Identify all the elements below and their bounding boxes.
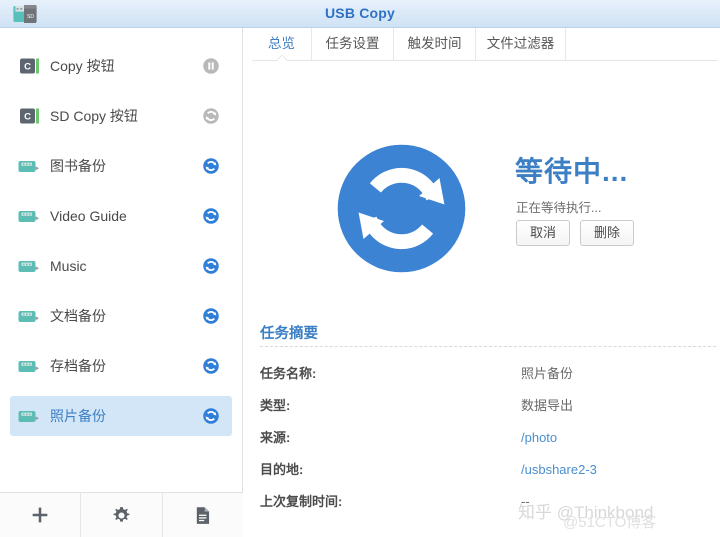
task-label: Copy 按钮 [50, 58, 115, 74]
status-action-buttons: 取消 删除 [516, 220, 634, 246]
usb-device-icon [18, 161, 39, 172]
sync-icon[interactable] [202, 157, 220, 175]
copy-button-icon: C [20, 108, 39, 124]
task-label: 照片备份 [50, 408, 106, 424]
summary-row: 类型: 数据导出 [260, 390, 716, 422]
sync-icon[interactable] [202, 207, 220, 225]
copy-button-icon: C [20, 58, 39, 74]
usb-device-icon [18, 211, 39, 222]
usb-device-icon [18, 311, 39, 322]
watermark-secondary: @51CTO博客 [563, 514, 657, 531]
summary-row: 目的地: /usbshare2-3 [260, 454, 716, 486]
active-tab-caret [277, 55, 288, 61]
settings-button[interactable] [81, 493, 163, 537]
sync-icon[interactable] [202, 307, 220, 325]
gear-icon [113, 506, 130, 522]
usb-device-icon [18, 411, 39, 422]
task-row[interactable]: 照片备份 [10, 396, 232, 436]
summary-value: 照片备份 [521, 366, 574, 381]
task-label: SD Copy 按钮 [50, 108, 138, 124]
summary-table: 任务名称: 照片备份类型: 数据导出来源: /photo 目的地: /usbshare2-… [260, 358, 716, 518]
sidebar-toolbar [0, 492, 243, 537]
main-panel: 总览 任务设置 触发时间 文件过滤器 等待中... 正在等待执行... 取消 删除 任务… [244, 28, 720, 537]
summary-value: 数据导出 [521, 398, 574, 413]
status-subtitle: 正在等待执行... [516, 201, 602, 215]
summary-value[interactable]: /usbshare2-3 [521, 454, 597, 486]
sync-icon[interactable] [202, 407, 220, 425]
plus-icon [32, 507, 48, 523]
sidebar: C Copy 按钮 C SD Copy 按钮 图书备份 Video Guide Music 文… [0, 28, 243, 537]
sync-disabled-icon[interactable] [202, 107, 220, 125]
task-row[interactable]: C Copy 按钮 [10, 46, 232, 86]
summary-heading: 任务摘要 [260, 326, 318, 342]
task-row[interactable]: Music [10, 246, 232, 286]
task-label: 存档备份 [50, 358, 106, 374]
log-button[interactable] [162, 493, 243, 537]
task-label: Music [50, 258, 87, 274]
usb-device-icon [18, 261, 39, 272]
summary-key: 目的地: [260, 462, 304, 477]
tab-2[interactable]: 触发时间 [394, 28, 476, 60]
task-row[interactable]: 存档备份 [10, 346, 232, 386]
summary-divider [260, 346, 716, 347]
cancel-button[interactable]: 取消 [516, 220, 570, 246]
pause-icon[interactable] [202, 57, 220, 75]
delete-button[interactable]: 删除 [580, 220, 634, 246]
sync-icon[interactable] [202, 257, 220, 275]
task-label: Video Guide [50, 208, 127, 224]
window-titlebar: SD USB Copy [0, 0, 720, 28]
svg-text:C: C [24, 111, 31, 122]
summary-key: 来源: [260, 430, 291, 445]
document-icon [197, 506, 210, 524]
task-label: 文档备份 [50, 308, 106, 324]
svg-text:C: C [24, 61, 31, 72]
summary-row: 来源: /photo [260, 422, 716, 454]
tab-3[interactable]: 文件过滤器 [476, 28, 566, 60]
task-label: 图书备份 [50, 158, 106, 174]
summary-key: 类型: [260, 398, 291, 413]
tab-divider [252, 60, 718, 61]
task-row[interactable]: 图书备份 [10, 146, 232, 186]
status-title: 等待中... [515, 156, 629, 187]
summary-key: 任务名称: [260, 366, 317, 381]
add-task-button[interactable] [0, 493, 82, 537]
summary-row: 任务名称: 照片备份 [260, 358, 716, 390]
summary-key: 上次复制时间: [260, 494, 343, 509]
sync-icon[interactable] [202, 357, 220, 375]
summary-value[interactable]: /photo [521, 422, 557, 454]
tab-bar: 总览 任务设置 触发时间 文件过滤器 [244, 28, 720, 61]
task-list[interactable]: C Copy 按钮 C SD Copy 按钮 图书备份 Video Guide Music 文… [0, 28, 242, 491]
sync-status-icon [329, 136, 474, 281]
task-row[interactable]: 文档备份 [10, 296, 232, 336]
window-title: USB Copy [324, 5, 396, 21]
tab-1[interactable]: 任务设置 [312, 28, 394, 60]
task-row[interactable]: Video Guide [10, 196, 232, 236]
task-row[interactable]: C SD Copy 按钮 [10, 96, 232, 136]
usb-device-icon [18, 361, 39, 372]
